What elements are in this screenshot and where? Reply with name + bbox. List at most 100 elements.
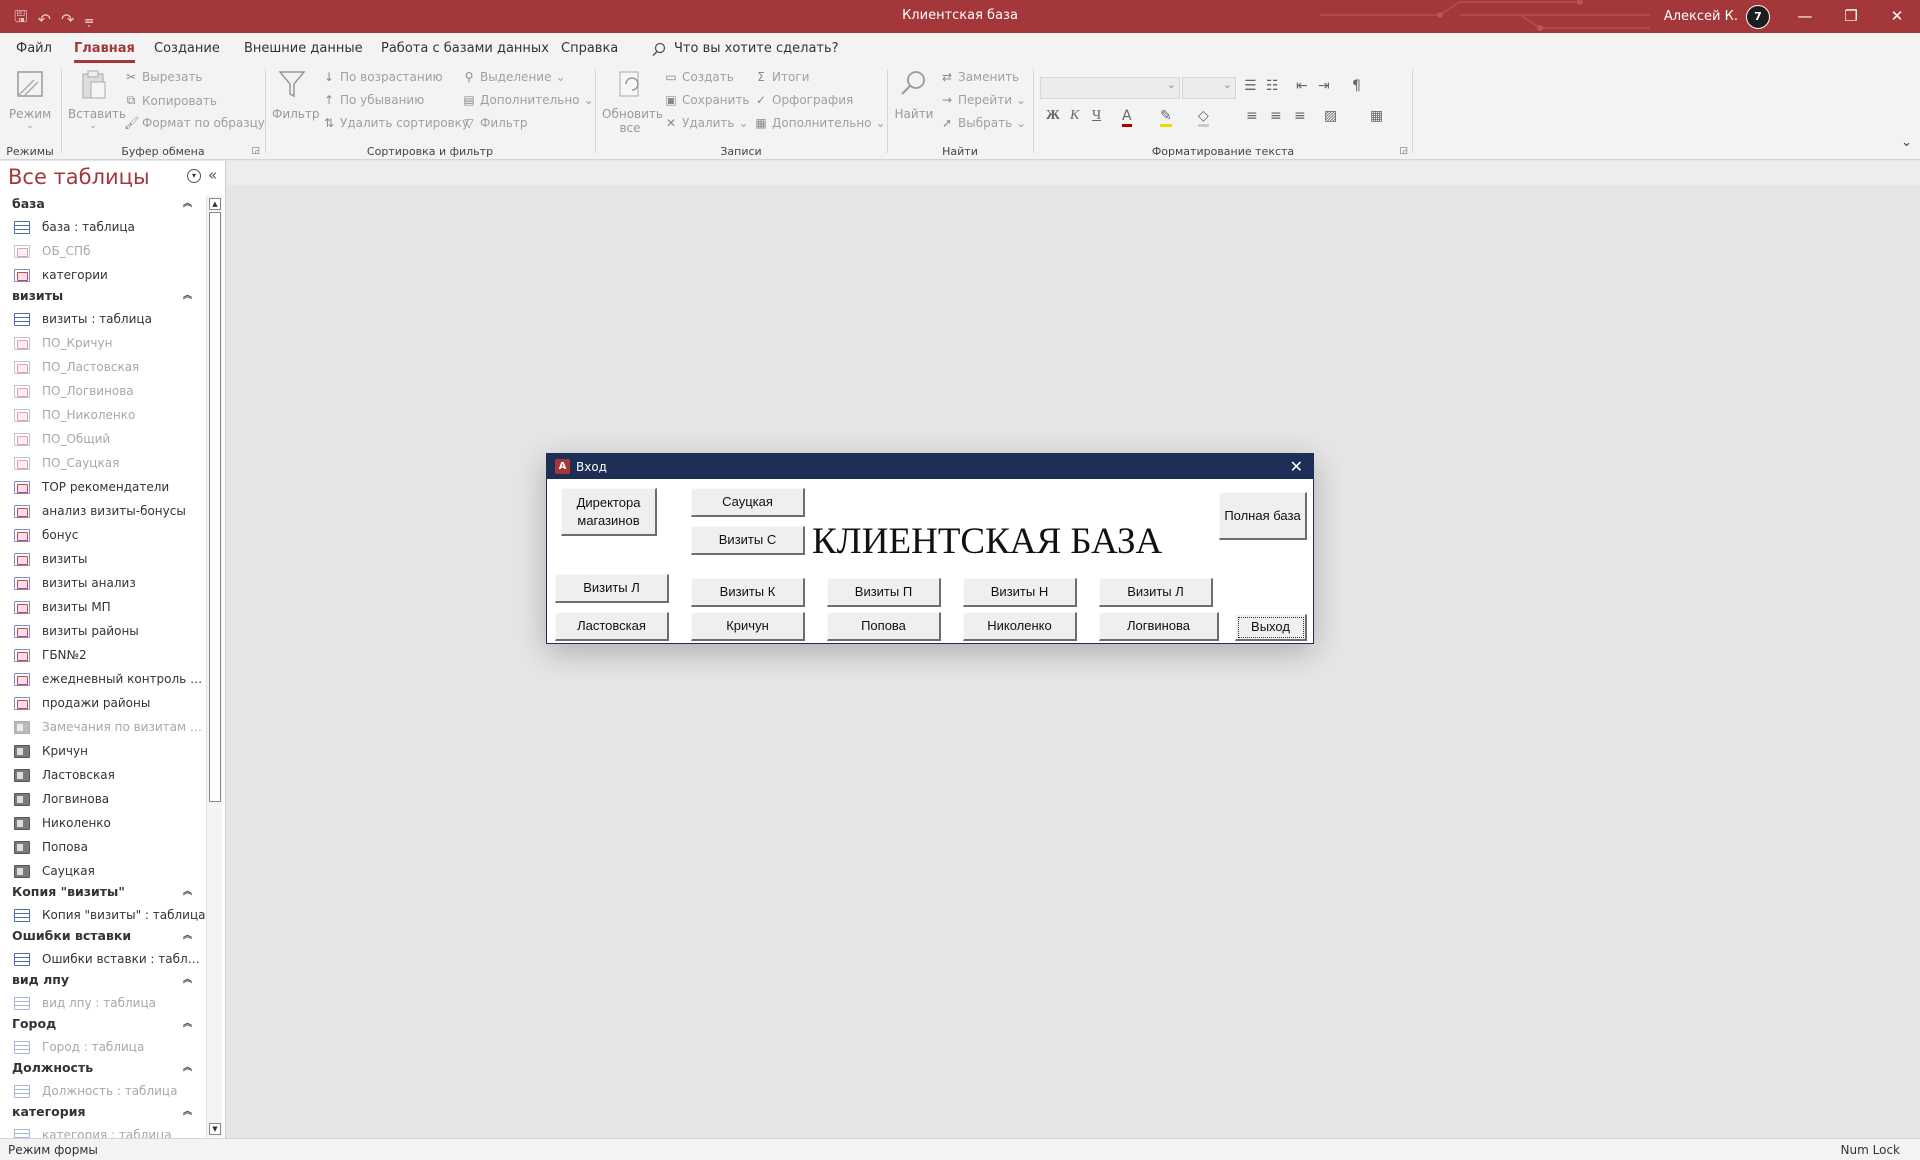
nav-group-header[interactable]: Должность ︽ <box>0 1060 206 1080</box>
tell-me-search[interactable]: Что вы хотите сделать? <box>652 41 839 56</box>
exit-button[interactable]: Выход <box>1235 614 1307 641</box>
nav-group-header[interactable]: Город ︽ <box>0 1016 206 1036</box>
avatar[interactable]: 7 <box>1746 5 1770 29</box>
nav-item[interactable]: Сауцкая <box>0 860 206 884</box>
nav-item[interactable]: Кричун <box>0 740 206 764</box>
nav-item[interactable]: ТОР рекомендатели <box>0 476 206 500</box>
nav-menu-icon[interactable]: ▾ <box>187 169 201 183</box>
sort-descending-button[interactable]: ↑ По убыванию <box>322 93 424 107</box>
collapse-group-icon[interactable]: ︽ <box>183 884 192 900</box>
visits-l-button[interactable]: Визиты Л <box>555 574 669 603</box>
align-left-icon[interactable]: ≡ <box>1246 108 1258 124</box>
visits-p-button[interactable]: Визиты П <box>827 578 941 607</box>
select-button[interactable]: ➚ Выбрать ⌄ <box>940 116 1026 130</box>
save-record-button[interactable]: ▣ Сохранить <box>664 93 749 107</box>
nav-item[interactable]: Ластовская <box>0 764 206 788</box>
nav-item[interactable]: ОБ_СПб <box>0 240 206 264</box>
view-mode-button[interactable]: Режим ⌄ <box>8 68 52 131</box>
toggle-filter-button[interactable]: ▽ Фильтр <box>462 116 527 130</box>
nav-item[interactable]: Николенко <box>0 812 206 836</box>
nav-item[interactable]: Должность : таблица <box>0 1080 206 1104</box>
spelling-button[interactable]: ✓ Орфография <box>754 93 853 107</box>
alternate-row-color-icon[interactable]: ▨ <box>1324 108 1337 124</box>
nav-group-header[interactable]: категория ︽ <box>0 1104 206 1124</box>
user-name[interactable]: Алексей К. <box>1664 9 1738 24</box>
nav-item[interactable]: визиты МП <box>0 596 206 620</box>
collapse-group-icon[interactable]: ︽ <box>183 1016 192 1032</box>
full-base-button[interactable]: Полная база <box>1219 492 1307 540</box>
nav-item[interactable]: ГБN№2 <box>0 644 206 668</box>
decrease-indent-icon[interactable]: ⇤ <box>1296 78 1308 94</box>
tab-file[interactable]: Файл <box>16 41 52 56</box>
tab-home[interactable]: Главная <box>74 41 135 63</box>
fill-color-icon[interactable]: ◇ <box>1198 108 1209 127</box>
selection-button[interactable]: ⚲ Выделение ⌄ <box>462 70 566 84</box>
tab-create[interactable]: Создание <box>154 41 220 56</box>
nav-scrollbar[interactable]: ▲ ▼ <box>206 196 222 1137</box>
tab-help[interactable]: Справка <box>561 41 618 56</box>
nav-item[interactable]: ПО_Сауцкая <box>0 452 206 476</box>
font-color-icon[interactable]: A <box>1122 108 1132 127</box>
collapse-group-icon[interactable]: ︽ <box>183 1104 192 1120</box>
delete-record-button[interactable]: ✕ Удалить ⌄ <box>664 116 749 130</box>
nikolenko-button[interactable]: Николенко <box>963 612 1077 641</box>
format-painter-button[interactable]: 🖌 Формат по образцу <box>124 116 265 130</box>
nav-item[interactable]: ПО_Кричун <box>0 332 206 356</box>
nav-item[interactable]: Копия "визиты" : таблица <box>0 904 206 928</box>
nav-pane-title[interactable]: Все таблицы <box>8 165 150 189</box>
increase-indent-icon[interactable]: ⇥ <box>1318 78 1330 94</box>
highlight-icon[interactable]: ✎ <box>1160 108 1172 127</box>
tab-external-data[interactable]: Внешние данные <box>244 41 363 56</box>
nav-item[interactable]: продажи районы <box>0 692 206 716</box>
collapse-group-icon[interactable]: ︽ <box>183 288 192 304</box>
nav-item[interactable]: ежедневный контроль виз... <box>0 668 206 692</box>
more-records-button[interactable]: ▦ Дополнительно ⌄ <box>754 116 885 130</box>
minimize-button[interactable]: — <box>1782 0 1828 33</box>
remove-sort-button[interactable]: ⇅ Удалить сортировку <box>322 116 469 130</box>
font-size-combo[interactable] <box>1182 77 1236 99</box>
totals-button[interactable]: Σ Итоги <box>754 70 809 84</box>
nav-item[interactable]: ПО_Николенко <box>0 404 206 428</box>
nav-group-header[interactable]: база ︽ <box>0 196 206 216</box>
nav-item[interactable]: Ошибки вставки : таблица <box>0 948 206 972</box>
filter-button[interactable]: Фильтр <box>272 68 319 121</box>
paragraph-direction-icon[interactable]: ¶ <box>1352 78 1361 94</box>
numbering-icon[interactable]: ☷ <box>1266 78 1279 94</box>
replace-button[interactable]: ⇄ Заменить <box>940 70 1019 84</box>
align-right-icon[interactable]: ≡ <box>1294 108 1306 124</box>
collapse-group-icon[interactable]: ︽ <box>183 972 192 988</box>
directors-button[interactable]: Директора магазинов <box>561 488 657 536</box>
dialog-launcher-icon[interactable]: ◲ <box>1399 146 1408 156</box>
nav-item[interactable]: ПО_Ластовская <box>0 356 206 380</box>
bullets-icon[interactable]: ☰ <box>1244 78 1257 94</box>
nav-item[interactable]: Логвинова <box>0 788 206 812</box>
refresh-all-button[interactable]: Обновить все <box>602 68 663 135</box>
gridlines-icon[interactable]: ▦ <box>1370 108 1383 124</box>
restore-button[interactable]: ❐ <box>1828 0 1874 33</box>
nav-item[interactable]: ПО_Логвинова <box>0 380 206 404</box>
visits-n-button[interactable]: Визиты Н <box>963 578 1077 607</box>
nav-item[interactable]: Замечания по визитам для ... <box>0 716 206 740</box>
nav-item[interactable]: визиты : таблица <box>0 308 206 332</box>
sort-ascending-button[interactable]: ↓ По возрастанию <box>322 70 443 84</box>
scroll-up-icon[interactable]: ▲ <box>209 198 221 210</box>
nav-item[interactable]: вид лпу : таблица <box>0 992 206 1016</box>
nav-item[interactable]: бонус <box>0 524 206 548</box>
collapse-group-icon[interactable]: ︽ <box>183 1060 192 1076</box>
find-button[interactable]: Найти <box>894 68 934 121</box>
copy-button[interactable]: ⧉ Копировать <box>124 93 217 108</box>
nav-group-header[interactable]: Копия "визиты" ︽ <box>0 884 206 904</box>
close-window-button[interactable]: ✕ <box>1874 0 1920 33</box>
font-name-combo[interactable] <box>1040 77 1180 99</box>
advanced-filter-button[interactable]: ▤ Дополнительно ⌄ <box>462 93 593 107</box>
scroll-thumb[interactable] <box>209 212 221 802</box>
nav-item[interactable]: визиты районы <box>0 620 206 644</box>
nav-group-header[interactable]: визиты ︽ <box>0 288 206 308</box>
dialog-close-icon[interactable]: ✕ <box>1290 457 1303 476</box>
lastovskaya-button[interactable]: Ластовская <box>555 612 669 641</box>
collapse-group-icon[interactable]: ︽ <box>183 196 192 212</box>
logvinova-button[interactable]: Логвинова <box>1099 612 1219 641</box>
tab-database-tools[interactable]: Работа с базами данных <box>381 41 549 56</box>
visits-k-button[interactable]: Визиты К <box>691 578 805 607</box>
scroll-down-icon[interactable]: ▼ <box>209 1123 221 1135</box>
